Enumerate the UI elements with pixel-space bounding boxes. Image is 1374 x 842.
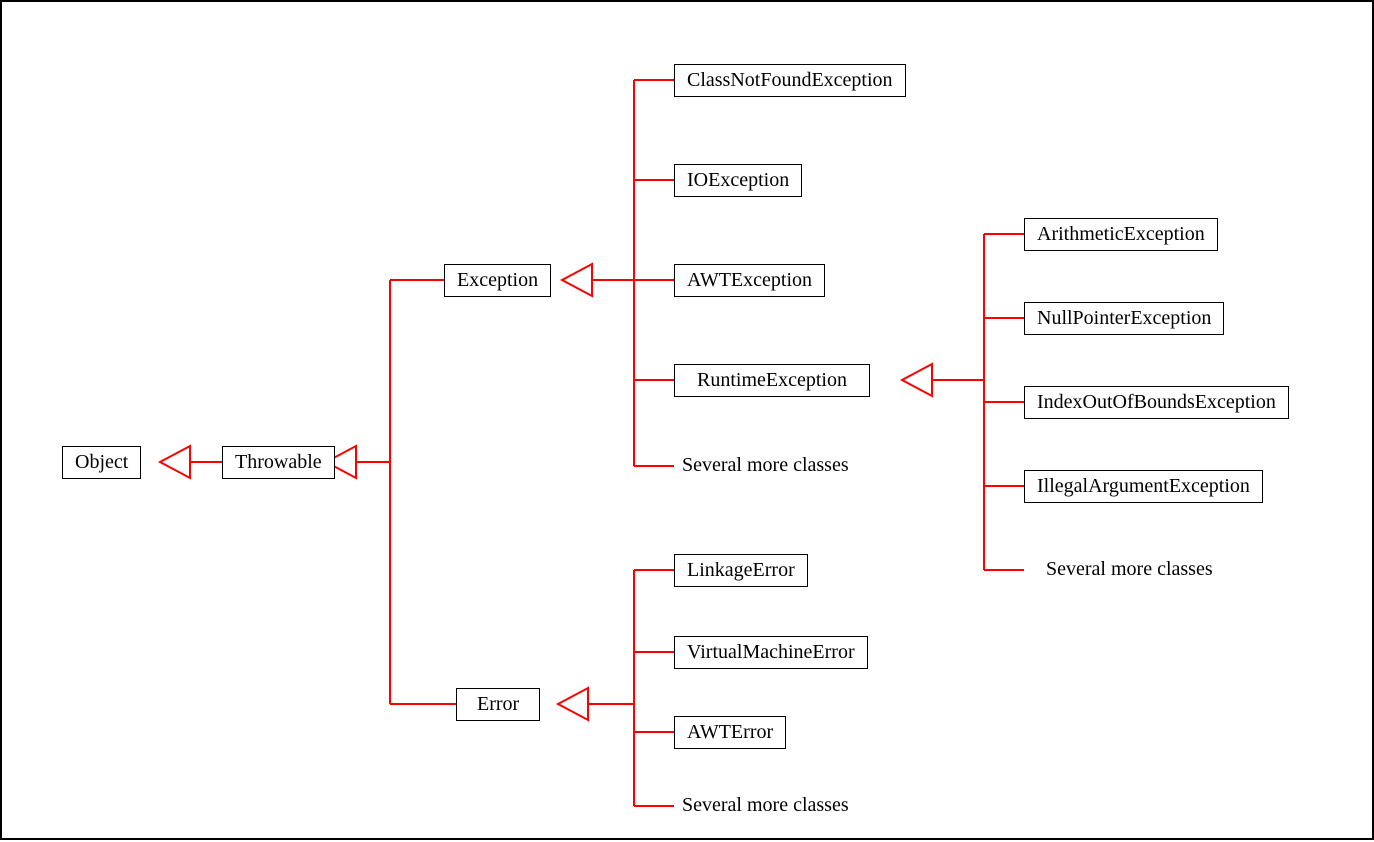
class-node-runtimeexception: RuntimeException — [674, 364, 870, 397]
several-more-label-runtime: Several more classes — [1046, 558, 1213, 581]
class-node-awtexception: AWTException — [674, 264, 825, 297]
class-node-arithmeticexception: ArithmeticException — [1024, 218, 1218, 251]
class-label: VirtualMachineError — [687, 641, 855, 663]
class-label: ArithmeticException — [1037, 223, 1205, 245]
inheritance-arrow — [902, 364, 932, 396]
class-label: Error — [477, 693, 519, 715]
class-node-indexoutofboundsexception: IndexOutOfBoundsException — [1024, 386, 1289, 419]
class-node-linkageerror: LinkageError — [674, 554, 808, 587]
class-label: NullPointerException — [1037, 307, 1211, 329]
class-node-error: Error — [456, 688, 540, 721]
class-node-throwable: Throwable — [222, 446, 335, 479]
diagram-canvas: Object Throwable Exception Error ClassNo… — [0, 0, 1374, 840]
several-more-label-error: Several more classes — [682, 794, 849, 817]
class-label: Object — [75, 451, 128, 473]
class-label: LinkageError — [687, 559, 795, 581]
class-node-illegalargumentexception: IllegalArgumentException — [1024, 470, 1263, 503]
inheritance-arrow — [160, 446, 190, 478]
several-more-label-exception: Several more classes — [682, 454, 849, 477]
class-label: IllegalArgumentException — [1037, 475, 1250, 497]
class-node-virtualmachineerror: VirtualMachineError — [674, 636, 868, 669]
class-node-classnotfoundexception: ClassNotFoundException — [674, 64, 906, 97]
class-label: Exception — [457, 269, 538, 291]
class-label: AWTException — [687, 269, 812, 291]
class-label: Throwable — [235, 451, 322, 473]
class-label: IndexOutOfBoundsException — [1037, 391, 1276, 413]
class-node-awterror: AWTError — [674, 716, 786, 749]
inheritance-arrow — [558, 688, 588, 720]
class-node-object: Object — [62, 446, 141, 479]
class-label: AWTError — [687, 721, 773, 743]
class-label: IOException — [687, 169, 789, 191]
class-label: RuntimeException — [697, 369, 847, 391]
class-node-ioexception: IOException — [674, 164, 802, 197]
class-label: ClassNotFoundException — [687, 69, 893, 91]
class-node-nullpointerexception: NullPointerException — [1024, 302, 1224, 335]
inheritance-arrow — [562, 264, 592, 296]
class-node-exception: Exception — [444, 264, 551, 297]
